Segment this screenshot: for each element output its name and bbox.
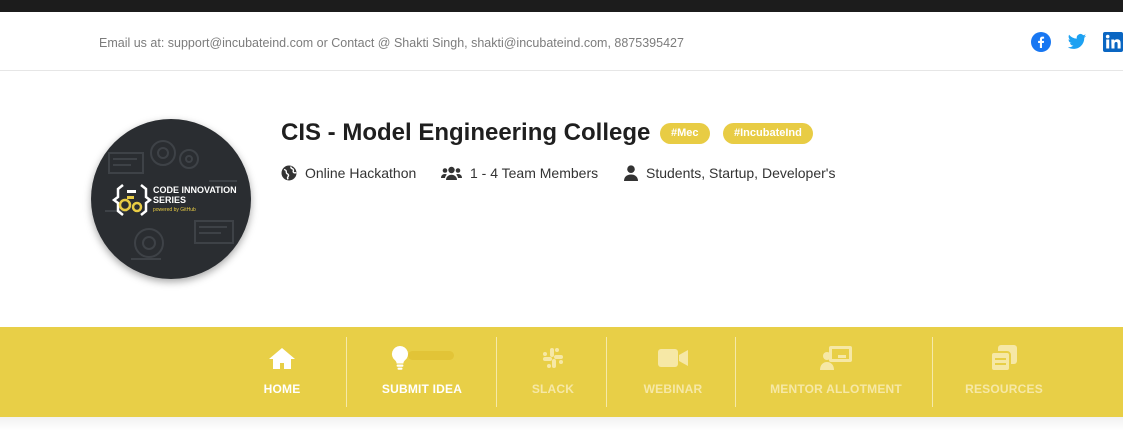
- team-size-text: 1 - 4 Team Members: [470, 165, 599, 181]
- decorative-pill: [408, 350, 454, 360]
- globe-icon: [281, 165, 297, 181]
- nav-webinar-label: WEBINAR: [643, 382, 703, 396]
- facebook-icon[interactable]: [1031, 32, 1051, 52]
- event-mode: Online Hackathon: [281, 164, 416, 182]
- event-logo: CODE INNOVATION SERIES powered by GitHub: [91, 119, 251, 279]
- top-strip: [0, 0, 1123, 12]
- nav-webinar[interactable]: WEBINAR: [628, 327, 718, 417]
- nav-submit-idea[interactable]: SUBMIT IDEA: [372, 327, 472, 417]
- team-size: 1 - 4 Team Members: [441, 164, 598, 182]
- nav-home[interactable]: HOME: [242, 327, 322, 417]
- video-camera-icon: [658, 349, 688, 367]
- presenter-icon: [820, 346, 852, 370]
- user-icon: [624, 165, 638, 181]
- nav-mentor-allotment-label: MENTOR ALLOTMENT: [770, 382, 902, 396]
- logo-line3: powered by GitHub: [153, 207, 196, 213]
- twitter-icon[interactable]: [1067, 32, 1087, 52]
- nav-home-label: HOME: [263, 382, 301, 396]
- nav-mentor-allotment[interactable]: MENTOR ALLOTMENT: [766, 327, 906, 417]
- event-title: CIS - Model Engineering College: [281, 119, 651, 146]
- users-icon: [441, 166, 462, 180]
- audience: Students, Startup, Developer's: [624, 164, 835, 182]
- home-icon: [269, 348, 295, 369]
- slack-icon: [543, 348, 563, 368]
- nav-resources[interactable]: RESOURCES: [959, 327, 1049, 417]
- linkedin-icon[interactable]: [1103, 32, 1123, 52]
- nav-submit-idea-label: SUBMIT IDEA: [381, 382, 463, 396]
- nav-slack[interactable]: SLACK: [513, 327, 593, 417]
- nav-divider: [496, 337, 497, 407]
- audience-text: Students, Startup, Developer's: [646, 165, 836, 181]
- copy-icon: [991, 345, 1017, 371]
- nav-divider: [606, 337, 607, 407]
- event-mode-text: Online Hackathon: [305, 165, 417, 181]
- tag-mec[interactable]: #Mec: [660, 123, 710, 144]
- nav-divider: [932, 337, 933, 407]
- event-header: CODE INNOVATION SERIES powered by GitHub…: [0, 71, 1123, 327]
- logo-line2: SERIES: [153, 195, 186, 205]
- page-bottom: [0, 417, 1123, 431]
- logo-line1: CODE INNOVATION: [153, 185, 237, 195]
- event-nav: HOME SUBMIT IDEA SLACK WEBINAR MENTOR AL…: [0, 327, 1123, 417]
- contact-text: Email us at: support@incubateind.com or …: [99, 36, 684, 50]
- nav-divider: [346, 337, 347, 407]
- nav-resources-label: RESOURCES: [965, 382, 1043, 396]
- nav-divider: [735, 337, 736, 407]
- tag-incubateind[interactable]: #IncubateInd: [723, 123, 813, 144]
- lightbulb-icon: [391, 345, 409, 370]
- contact-bar: Email us at: support@incubateind.com or …: [0, 12, 1123, 71]
- nav-slack-label: SLACK: [531, 382, 575, 396]
